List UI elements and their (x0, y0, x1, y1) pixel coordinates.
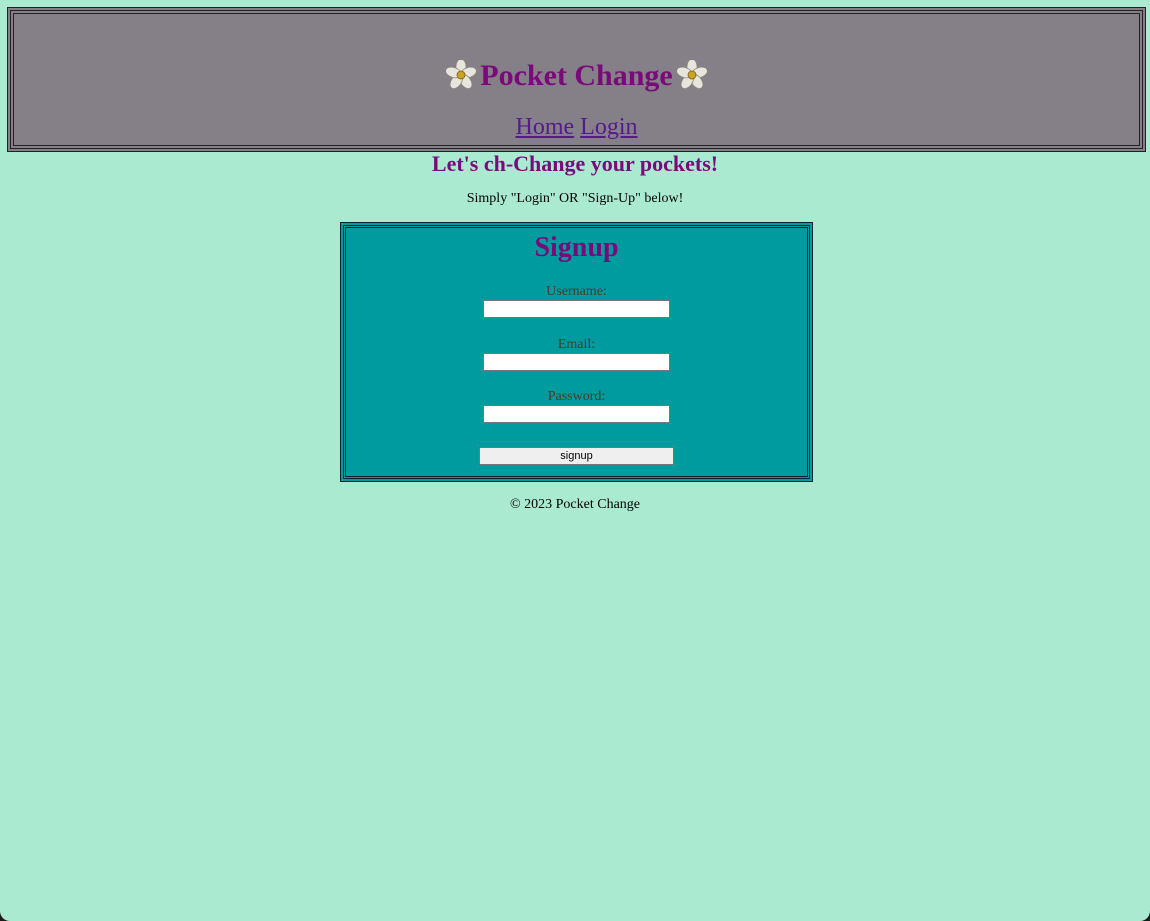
footer-copyright: © 2023 Pocket Change (509, 497, 640, 512)
flower-icon (446, 60, 477, 89)
tagline: Let's ch-Change your pockets! (431, 151, 719, 176)
password-input[interactable] (483, 405, 670, 423)
email-label: Email: (557, 337, 596, 352)
signup-button[interactable]: signup (479, 447, 674, 465)
site-title: Pocket Change (11, 56, 1142, 96)
site-header: Pocket Change Home Login (7, 7, 1146, 152)
nav-link-login[interactable]: Login (580, 114, 637, 140)
email-input[interactable] (483, 353, 670, 371)
main-nav: Home Login (11, 112, 1142, 142)
username-input[interactable] (483, 300, 670, 318)
signup-title: Signup (534, 232, 619, 263)
site-title-text: Pocket Change (480, 59, 673, 92)
page: Pocket Change Home Login Let's ch-Change… (0, 0, 1150, 921)
flower-icon (676, 60, 707, 89)
password-label: Password: (547, 389, 606, 404)
nav-link-home[interactable]: Home (516, 114, 575, 140)
signup-form: Signup Username: Email: Password: signup (340, 222, 813, 482)
instructions-text: Simply "Login" OR "Sign-Up" below! (466, 191, 684, 206)
username-label: Username: (546, 284, 607, 299)
